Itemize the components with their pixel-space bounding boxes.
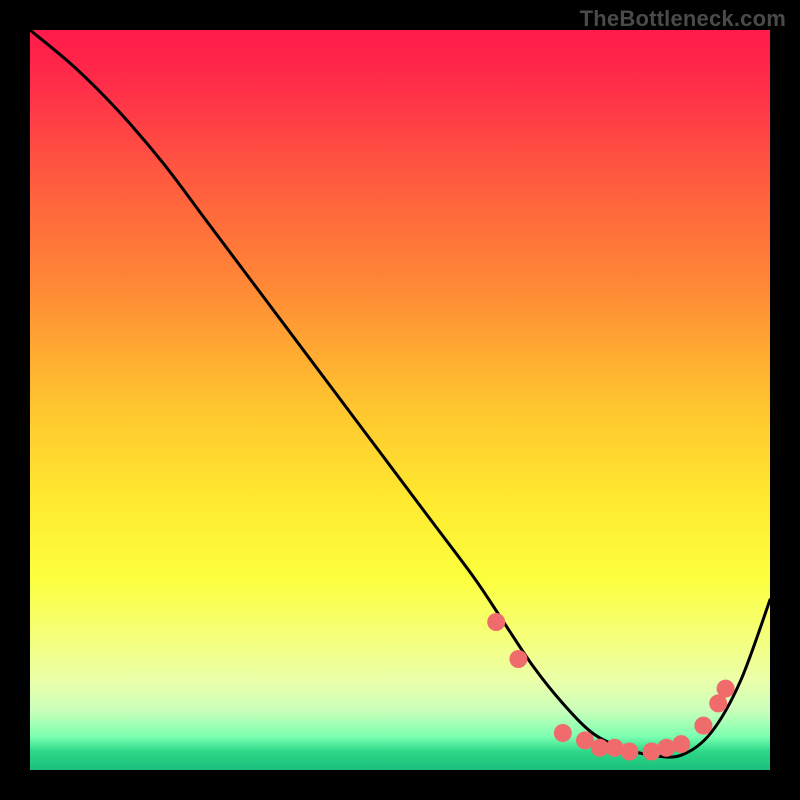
highlighted-point <box>717 680 735 698</box>
highlighted-point <box>487 613 505 631</box>
chart-canvas <box>0 0 800 800</box>
highlighted-point <box>694 717 712 735</box>
plot-background <box>30 30 770 770</box>
highlighted-point <box>672 735 690 753</box>
watermark-text: TheBottleneck.com <box>580 6 786 32</box>
highlighted-point <box>509 650 527 668</box>
chart-frame: TheBottleneck.com <box>0 0 800 800</box>
highlighted-point <box>554 724 572 742</box>
highlighted-point <box>620 743 638 761</box>
